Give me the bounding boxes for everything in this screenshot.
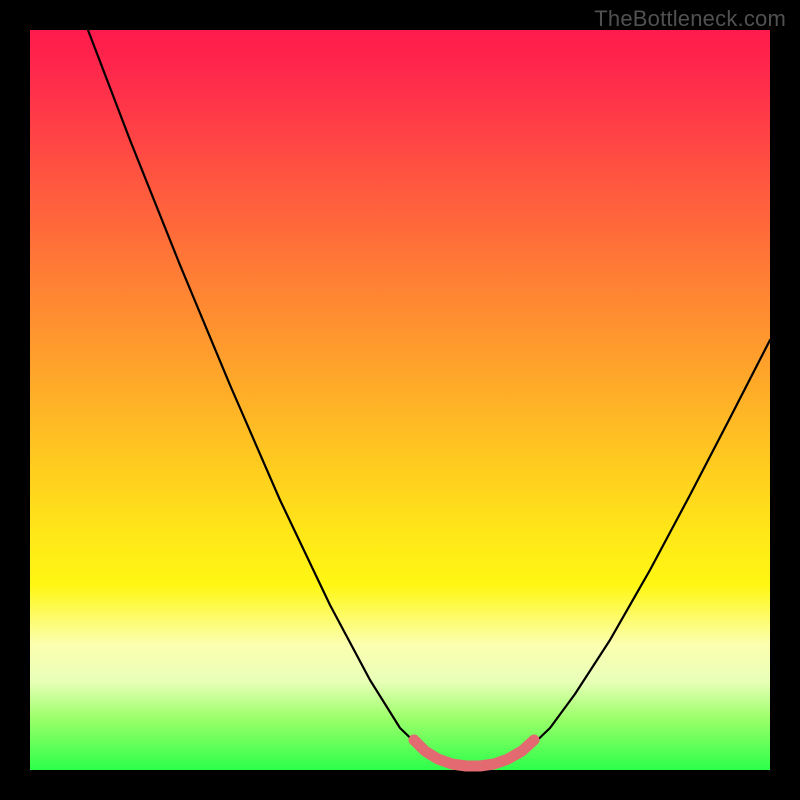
chart-gradient-area xyxy=(30,30,770,770)
chart-svg xyxy=(30,30,770,770)
pink-bottom-arc xyxy=(414,740,534,766)
black-curve xyxy=(88,30,770,768)
chart-frame: TheBottleneck.com xyxy=(0,0,800,800)
watermark-text: TheBottleneck.com xyxy=(594,6,786,32)
